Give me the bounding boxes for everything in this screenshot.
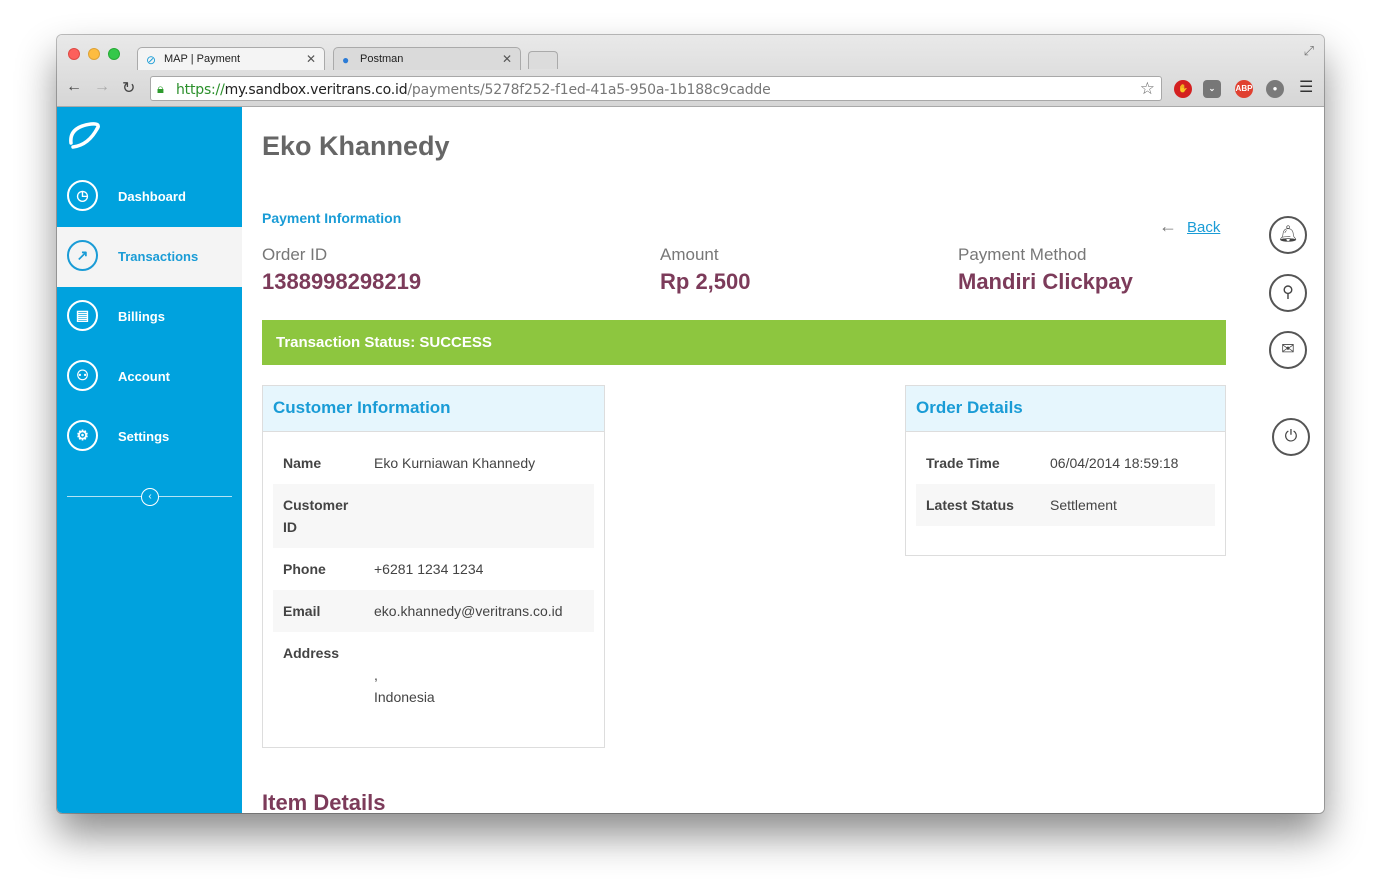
close-tab-icon[interactable]: ✕ — [502, 52, 512, 66]
gear-icon: ⚙ — [67, 420, 98, 451]
lock-icon: 🔒︎ — [157, 81, 164, 96]
email-value: eko.khannedy@veritrans.co.id — [374, 603, 563, 619]
transaction-status-banner: Transaction Status: SUCCESS — [262, 320, 1226, 365]
card-heading: Order Details — [906, 386, 1225, 432]
trade-time-label: Trade Time — [926, 455, 1000, 471]
order-id-label: Order ID — [262, 245, 328, 264]
latest-status-value: Settlement — [1050, 497, 1117, 513]
address-line-1: , — [374, 667, 378, 683]
gauge-icon: ◷ — [67, 180, 98, 211]
menu-icon[interactable]: ☰ — [1299, 77, 1313, 97]
bill-icon: ▤ — [67, 300, 98, 331]
card-heading: Customer Information — [263, 386, 604, 432]
sidebar-item-account[interactable]: ⚇ Account — [57, 347, 242, 407]
sidebar-item-dashboard[interactable]: ◷ Dashboard — [57, 167, 242, 227]
trend-icon: ↗ — [67, 240, 98, 271]
latest-status-label: Latest Status — [926, 497, 1014, 513]
customer-id-label: Customer — [283, 497, 349, 513]
section-label: Payment Information — [262, 210, 402, 226]
sidebar-item-label: Account — [118, 369, 170, 384]
browser-chrome: ⊘ MAP | Payment ✕ ● Postman ✕ ⤢ ← → ↻ 🔒︎… — [57, 35, 1324, 107]
extension-icon[interactable]: ● — [1266, 80, 1284, 98]
browser-window: ⊘ MAP | Payment ✕ ● Postman ✕ ⤢ ← → ↻ 🔒︎… — [57, 35, 1324, 813]
adblock-extension-icon[interactable]: ABP — [1235, 80, 1253, 98]
reload-icon[interactable]: ↻ — [122, 78, 135, 98]
sidebar-item-transactions[interactable]: ↗ Transactions — [57, 227, 242, 287]
name-value: Eko Kurniawan Khannedy — [374, 455, 536, 471]
sidebar: ◷ Dashboard ↗ Transactions ▤ Billings ⚇ … — [57, 107, 242, 813]
url-path: /payments/5278f252-f1ed-41a5-950a-1b188c… — [407, 82, 771, 98]
payment-method-value: Mandiri Clickpay — [958, 269, 1133, 294]
user-icon: ⚇ — [67, 360, 98, 391]
pocket-extension-icon[interactable]: ⌄ — [1203, 80, 1221, 98]
url-host: my.sandbox.veritrans.co.id — [224, 82, 408, 98]
tab-map-payment[interactable]: ⊘ MAP | Payment ✕ — [137, 47, 325, 70]
forward-arrow-icon[interactable]: → — [94, 78, 110, 96]
payment-method-label: Payment Method — [958, 245, 1087, 264]
sidebar-item-label: Settings — [118, 429, 170, 444]
bell-icon[interactable]: 🔔︎ — [1269, 216, 1307, 254]
table-row: Latest Status Settlement — [916, 484, 1215, 526]
globe-icon: ● — [342, 53, 350, 67]
bookmark-star-icon[interactable]: ☆ — [1140, 79, 1155, 99]
fullscreen-icon[interactable]: ⤢ — [1304, 43, 1314, 59]
trade-time-value: 06/04/2014 18:59:18 — [1050, 455, 1179, 471]
phone-label: Phone — [283, 561, 326, 577]
mail-icon[interactable]: ✉ — [1269, 331, 1307, 369]
address-label: Address — [283, 645, 340, 661]
table-row: Phone +6281 1234 1234 — [273, 548, 594, 590]
new-tab-button[interactable] — [528, 51, 558, 69]
tab-title: Postman — [360, 53, 404, 65]
table-row: Email eko.khannedy@veritrans.co.id — [273, 590, 594, 632]
tab-title: MAP | Payment — [164, 53, 241, 65]
table-row: Customer ID — [273, 484, 594, 548]
table-row: Address , Indonesia — [273, 632, 594, 722]
power-icon[interactable]: ⏻ — [1272, 418, 1310, 456]
sidebar-item-billings[interactable]: ▤ Billings — [57, 287, 242, 347]
url-scheme: https:// — [176, 82, 225, 98]
stop-extension-icon[interactable]: ✋ — [1174, 80, 1192, 98]
page-title: Eko Khannedy — [262, 131, 450, 161]
sidebar-item-label: Transactions — [118, 249, 199, 264]
url-text[interactable]: https://my.sandbox.veritrans.co.id/payme… — [176, 82, 771, 98]
veritrans-icon: ⊘ — [146, 53, 157, 67]
zoom-window-button[interactable] — [108, 48, 120, 60]
collapse-sidebar-icon[interactable]: ‹ — [141, 488, 159, 506]
minimize-window-button[interactable] — [88, 48, 100, 60]
address-bar[interactable]: 🔒︎ https://my.sandbox.veritrans.co.id/pa… — [150, 76, 1162, 101]
item-details-heading: Item Details — [262, 790, 386, 813]
order-details-card: Order Details Trade Time 06/04/2014 18:5… — [905, 385, 1226, 556]
main-content: Eko Khannedy Payment Information ← Back O… — [242, 107, 1324, 813]
sidebar-item-label: Dashboard — [118, 189, 186, 204]
email-label: Email — [283, 603, 321, 619]
back-link[interactable]: ← Back — [1159, 216, 1220, 237]
sidebar-item-label: Billings — [118, 309, 165, 324]
veritrans-logo[interactable] — [67, 119, 103, 151]
name-label: Name — [283, 455, 322, 471]
table-row: Trade Time 06/04/2014 18:59:18 — [916, 442, 1215, 484]
phone-value: +6281 1234 1234 — [374, 561, 484, 577]
sidebar-item-settings[interactable]: ⚙ Settings — [57, 407, 242, 467]
app: ◷ Dashboard ↗ Transactions ▤ Billings ⚇ … — [57, 107, 1324, 813]
table-row: Name Eko Kurniawan Khannedy — [273, 442, 594, 484]
order-id-value: 1388998298219 — [262, 269, 422, 294]
back-arrow-icon[interactable]: ← — [66, 78, 82, 96]
close-tab-icon[interactable]: ✕ — [306, 52, 316, 66]
address-line-2: Indonesia — [374, 689, 435, 705]
amount-value: Rp 2,500 — [660, 269, 751, 294]
close-window-button[interactable] — [68, 48, 80, 60]
amount-label: Amount — [660, 245, 719, 264]
back-label: Back — [1187, 219, 1221, 236]
back-arrow-icon: ← — [1159, 216, 1177, 236]
search-icon[interactable]: ⚲ — [1269, 274, 1307, 312]
tab-postman[interactable]: ● Postman ✕ — [333, 47, 521, 70]
customer-information-card: Customer Information Name Eko Kurniawan … — [262, 385, 605, 748]
customer-id-label-cont: ID — [283, 519, 297, 535]
